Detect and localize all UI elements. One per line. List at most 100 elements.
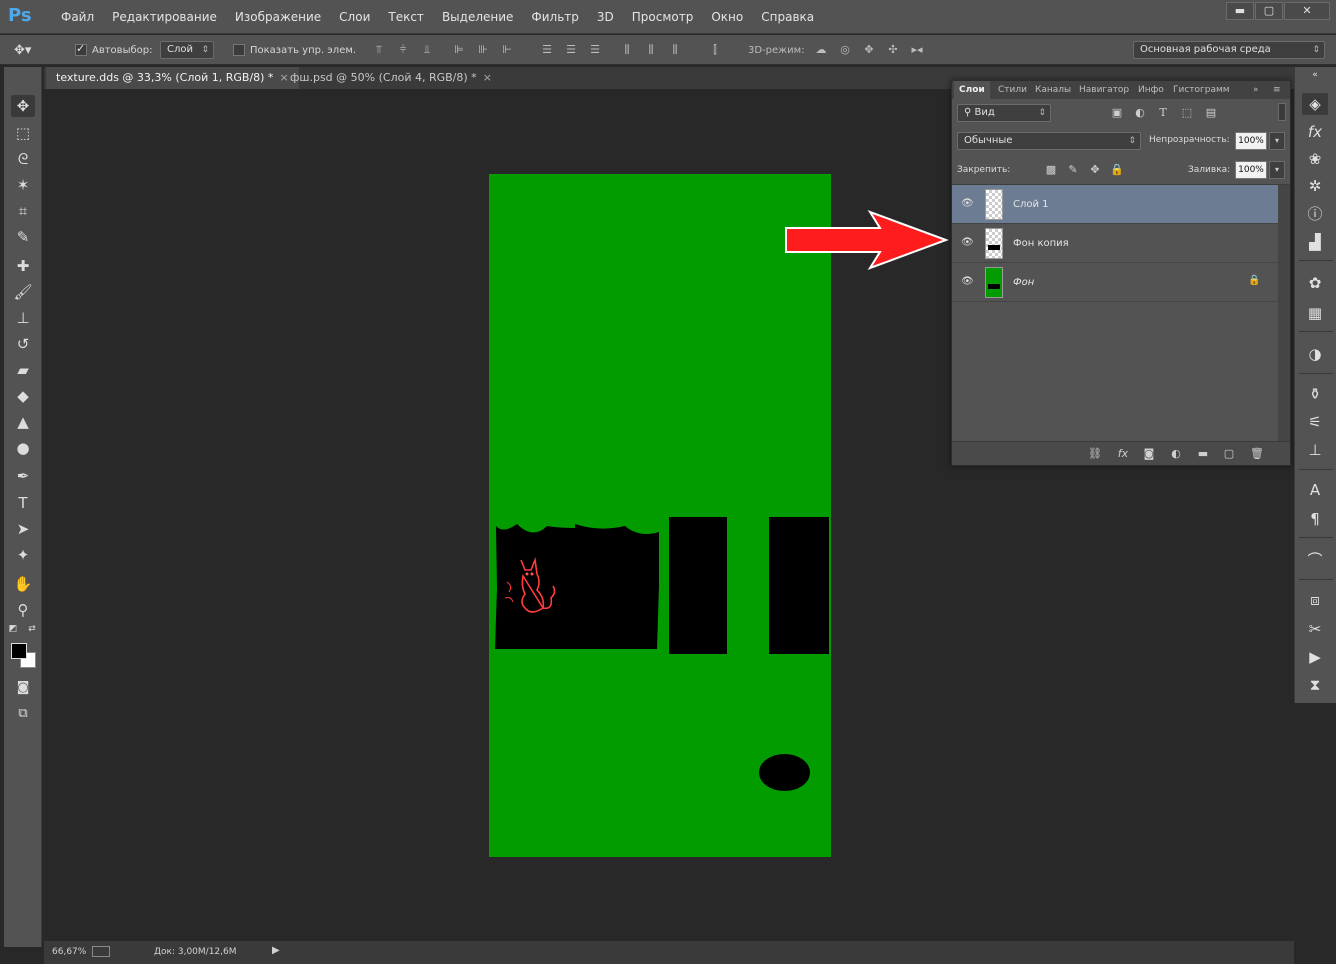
close-window-button[interactable]: ✕ <box>1284 2 1330 20</box>
adjustments-panel-icon[interactable]: ◑ <box>1302 343 1328 365</box>
marquee-tool-icon[interactable]: ⬚ <box>11 122 35 144</box>
auto-align-icon[interactable]: ⫿ <box>708 43 722 57</box>
menu-item-help[interactable]: Справка <box>752 10 823 24</box>
workspace-select[interactable]: Основная рабочая среда <box>1133 41 1325 59</box>
menu-item-edit[interactable]: Редактирование <box>103 10 226 24</box>
lasso-tool-icon[interactable]: ᘓ <box>11 148 35 170</box>
layer-row-fon[interactable]: 👁 Фон 🔒 <box>952 263 1278 302</box>
lock-position-icon[interactable]: ✥ <box>1088 163 1102 177</box>
fill-dropdown-icon[interactable]: ▾ <box>1269 161 1285 179</box>
menu-item-layers[interactable]: Слои <box>330 10 379 24</box>
tab-info[interactable]: Инфо <box>1133 81 1169 99</box>
3d-orbit-icon[interactable]: ☁ <box>814 43 828 57</box>
move-tool-icon[interactable]: ✥ <box>11 95 35 117</box>
distribute-top-icon[interactable]: ☰ <box>540 43 554 57</box>
paragraph-panel-icon[interactable]: ¶ <box>1302 508 1328 530</box>
distribute-right-icon[interactable]: ⫼ <box>668 43 682 57</box>
distribute-vcenter-icon[interactable]: ☰ <box>564 43 578 57</box>
tab-layers[interactable]: Слои <box>954 81 990 99</box>
visibility-eye-icon[interactable]: 👁 <box>961 276 974 288</box>
foreground-color-swatch[interactable] <box>11 643 27 659</box>
fill-input[interactable]: 100% <box>1235 161 1267 179</box>
filter-adjustment-icon[interactable]: ◐ <box>1133 106 1147 120</box>
layers-panel-icon[interactable]: ◈ <box>1302 93 1328 115</box>
show-controls-checkbox[interactable] <box>233 44 245 56</box>
autoselect-option[interactable]: Автовыбор: <box>75 35 152 65</box>
character-panel-icon[interactable]: A <box>1302 479 1328 501</box>
3d-scale-icon[interactable]: ▸◂ <box>910 43 924 57</box>
layer-filter-kind-select[interactable]: ⚲ Вид <box>957 104 1051 122</box>
minimize-button[interactable]: ▬ <box>1226 2 1254 20</box>
brush-tool-icon[interactable]: 🖌 <box>11 281 35 303</box>
crop-tool-icon[interactable]: ⌗ <box>11 200 35 222</box>
menu-item-image[interactable]: Изображение <box>226 10 330 24</box>
expand-dock-icon[interactable]: « <box>1302 69 1328 81</box>
layers-scrollbar[interactable] <box>1278 185 1290 441</box>
layer-name[interactable]: Фон <box>1013 277 1034 288</box>
autoselect-checkbox[interactable] <box>75 42 87 56</box>
layer-row-sloy1[interactable]: 👁 Слой 1 <box>952 185 1278 224</box>
tab-histogram[interactable]: Гистограмм <box>1168 81 1235 99</box>
show-controls-option[interactable]: Показать упр. элем. <box>233 35 356 65</box>
type-tool-icon[interactable]: T <box>11 492 35 514</box>
align-right-icon[interactable]: ⊩ <box>500 43 514 57</box>
menu-item-3d[interactable]: 3D <box>588 10 623 24</box>
distribute-bottom-icon[interactable]: ☰ <box>588 43 602 57</box>
paths-panel-icon[interactable]: ⌒ <box>1302 549 1328 571</box>
new-group-icon[interactable]: ▬ <box>1196 447 1210 461</box>
layer-name[interactable]: Слой 1 <box>1013 199 1049 210</box>
menu-item-file[interactable]: Файл <box>52 10 103 24</box>
tab-styles[interactable]: Стили <box>993 81 1032 99</box>
lock-transparent-pixels-icon[interactable]: ▩ <box>1044 163 1058 177</box>
hand-tool-icon[interactable]: ✋ <box>11 573 35 595</box>
distribute-left-icon[interactable]: ⫼ <box>620 43 634 57</box>
menu-item-window[interactable]: Окно <box>702 10 752 24</box>
blur-tool-icon[interactable]: ▲ <box>11 411 35 433</box>
menu-item-select[interactable]: Выделение <box>433 10 522 24</box>
opacity-dropdown-icon[interactable]: ▾ <box>1269 132 1285 150</box>
delete-layer-icon[interactable]: 🗑 <box>1250 447 1264 461</box>
brush-presets-panel-icon[interactable]: ⚟ <box>1302 411 1328 433</box>
screen-mode-icon[interactable]: ⧉ <box>11 703 35 725</box>
filter-toggle-switch[interactable] <box>1278 103 1286 121</box>
distribute-hcenter-icon[interactable]: ⫼ <box>644 43 658 57</box>
lock-all-icon[interactable]: 🔒 <box>1110 163 1124 177</box>
visibility-eye-icon[interactable]: 👁 <box>961 198 974 210</box>
paint-bucket-tool-icon[interactable]: ◆ <box>11 385 35 407</box>
adjustment-layer-icon[interactable]: ◐ <box>1169 447 1183 461</box>
align-hcenter-icon[interactable]: ⊪ <box>476 43 490 57</box>
status-menu-arrow-icon[interactable]: ▶ <box>272 945 280 956</box>
panel-menu-icon[interactable]: ≡ <box>1268 81 1286 99</box>
status-export-icon[interactable] <box>92 946 110 957</box>
tool-presets-panel-icon[interactable]: ✂ <box>1302 618 1328 640</box>
tab-navigator[interactable]: Навигатор <box>1074 81 1134 99</box>
tab-texture-dds[interactable]: texture.dds @ 33,3% (Слой 1, RGB/8) * × <box>46 67 299 89</box>
3d-pan-icon[interactable]: ✥ <box>862 43 876 57</box>
filter-shape-icon[interactable]: ⬚ <box>1180 106 1194 120</box>
tab-close-icon[interactable]: × <box>483 71 492 84</box>
filter-smart-object-icon[interactable]: ▤ <box>1204 106 1218 120</box>
new-layer-icon[interactable]: ▢ <box>1222 447 1236 461</box>
channels-panel-icon[interactable]: ❀ <box>1302 148 1328 170</box>
maximize-button[interactable]: ▢ <box>1255 2 1283 20</box>
brushes-panel-icon[interactable]: ⚱ <box>1302 383 1328 405</box>
info-panel-icon[interactable]: ⓘ <box>1302 203 1328 225</box>
default-colors-icon[interactable]: ◩ <box>7 623 19 635</box>
swap-colors-icon[interactable]: ⇄ <box>26 623 38 635</box>
pen-tool-icon[interactable]: ✒ <box>11 465 35 487</box>
zoom-level[interactable]: 66,67% <box>52 947 86 957</box>
align-top-icon[interactable]: ⫪ <box>372 43 386 57</box>
blend-mode-select[interactable]: Обычные <box>957 132 1141 150</box>
actions-panel-icon[interactable]: ▶ <box>1302 646 1328 668</box>
history-panel-icon[interactable]: ⧗ <box>1302 674 1328 696</box>
tab-channels[interactable]: Каналы <box>1030 81 1076 99</box>
healing-brush-tool-icon[interactable]: ✚ <box>11 255 35 277</box>
magic-wand-tool-icon[interactable]: ✶ <box>11 174 35 196</box>
filter-pixel-icon[interactable]: ▣ <box>1110 106 1124 120</box>
quick-mask-icon[interactable]: ◙ <box>11 677 35 699</box>
zoom-tool-icon[interactable]: ⚲ <box>11 599 35 621</box>
move-tool-preset-icon[interactable]: ✥▾ <box>14 35 31 65</box>
collapse-panel-icon[interactable]: » <box>1248 81 1264 99</box>
clone-stamp-tool-icon[interactable]: ⊥ <box>11 307 35 329</box>
link-layers-icon[interactable]: ⛓ <box>1088 447 1102 461</box>
